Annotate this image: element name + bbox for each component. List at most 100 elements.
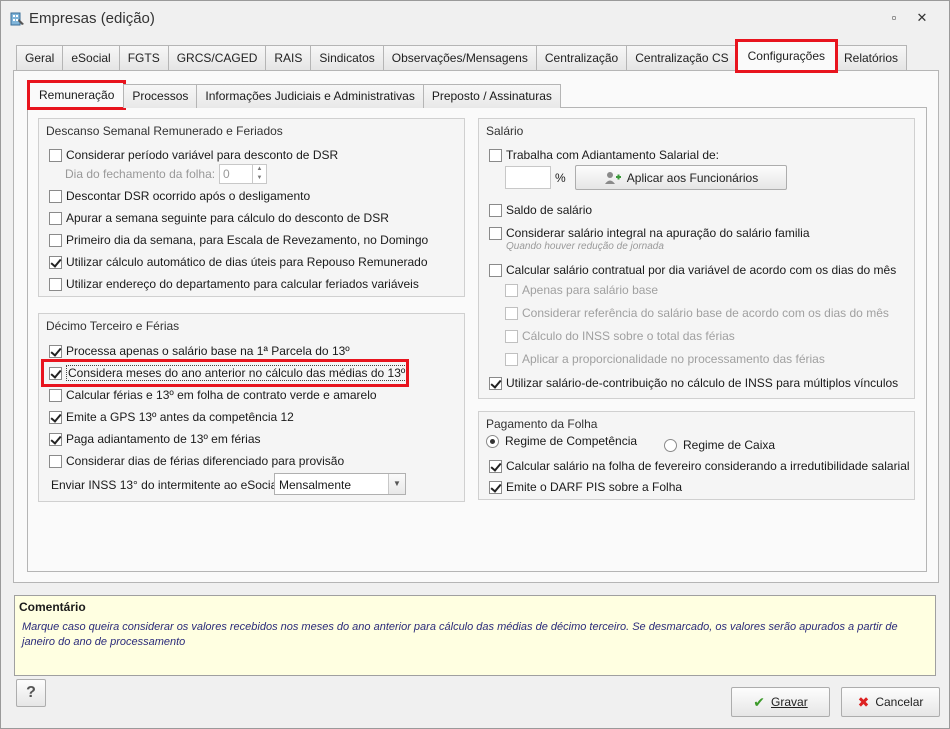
checkbox[interactable] [49, 366, 62, 380]
checkbox-row[interactable]: Considerar período variável para descont… [49, 148, 338, 162]
checkbox-row[interactable]: Apurar a semana seguinte para cálculo do… [49, 211, 389, 225]
title-bar: Empresas (edição) ▫ ✕ [1, 1, 949, 35]
spin-down-icon[interactable]: ▼ [253, 174, 266, 183]
comment-title: Comentário [19, 600, 86, 614]
check-icon: ✔ [753, 693, 766, 710]
tab-processos[interactable]: Processos [123, 84, 198, 108]
checkbox-label: Utilizar salário-de-contribuição no cálc… [506, 376, 899, 390]
comment-text: Marque caso queira considerar os valores… [22, 621, 898, 648]
checkbox-row[interactable]: Calcular salário na folha de fevereiro c… [489, 459, 910, 473]
checkbox-label: Calcular salário contratual por dia vari… [506, 263, 897, 277]
percent-symbol: % [555, 171, 566, 185]
checkbox[interactable] [489, 263, 502, 277]
tab-fgts[interactable]: FGTS [118, 45, 169, 71]
window-title: Empresas (edição) [29, 10, 155, 27]
apply-to-employees-button[interactable]: Aplicar aos Funcionários [575, 165, 787, 190]
checkbox-row[interactable]: Calcular salário contratual por dia vari… [489, 263, 896, 277]
building-icon [10, 12, 24, 26]
checkbox[interactable] [49, 410, 62, 424]
checkbox[interactable] [49, 432, 62, 446]
tab-grcs-caged[interactable]: GRCS/CAGED [167, 45, 267, 71]
checkbox-row[interactable]: Considerar salário integral na apuração … [489, 226, 810, 240]
checkbox-row[interactable]: Considerar dias de férias diferenciado p… [49, 454, 344, 468]
checkbox-row[interactable]: Utilizar cálculo automático de dias útei… [49, 255, 428, 269]
checkbox[interactable] [489, 226, 502, 240]
checkbox-row[interactable]: Primeiro dia da semana, para Escala de R… [49, 233, 428, 247]
checkbox-row[interactable]: Descontar DSR ocorrido após o desligamen… [49, 189, 310, 203]
checkbox-row[interactable]: Utilizar salário-de-contribuição no cálc… [489, 376, 898, 390]
checkbox-row[interactable]: Paga adiantamento de 13º em férias [49, 432, 261, 446]
checkbox-row[interactable]: Trabalha com Adiantamento Salarial de: [489, 148, 719, 162]
checkbox[interactable] [49, 255, 62, 269]
tab-configuracoes[interactable]: Configurações [734, 39, 839, 73]
checkbox-label: Apenas para salário base [522, 283, 659, 297]
restore-icon[interactable]: ▫ [887, 11, 901, 25]
checkbox-label: Calcular salário na folha de fevereiro c… [506, 459, 910, 473]
checkbox-row-disabled: Apenas para salário base [505, 283, 658, 297]
cancel-button-label: Cancelar [875, 695, 924, 709]
checkbox[interactable] [49, 388, 62, 402]
main-tab-bar: Geral eSocial FGTS GRCS/CAGED RAIS Sindi… [16, 39, 908, 73]
tab-centralizacao[interactable]: Centralização [535, 45, 628, 71]
checkbox-row[interactable]: Calcular férias e 13º em folha de contra… [49, 388, 377, 402]
checkbox-row[interactable]: Utilizar endereço do departamento para c… [49, 277, 419, 291]
checkbox[interactable] [49, 233, 62, 247]
close-icon[interactable]: ✕ [915, 11, 929, 25]
radio-competencia[interactable]: Regime de Competência [486, 434, 637, 448]
checkbox[interactable] [489, 459, 502, 473]
checkbox [505, 306, 518, 320]
checkbox-row[interactable]: Emite o DARF PIS sobre a Folha [489, 480, 682, 494]
checkbox-label: Primeiro dia da semana, para Escala de R… [66, 233, 429, 247]
checkbox-label: Saldo de salário [506, 203, 593, 217]
checkbox-label: Considerar dias de férias diferenciado p… [66, 454, 345, 468]
inss-select-value: Mensalmente [279, 478, 352, 492]
tab-centralizacao-cs[interactable]: Centralização CS [626, 45, 738, 71]
radio-label: Regime de Caixa [683, 438, 776, 452]
checkbox[interactable] [489, 203, 502, 217]
radio-button[interactable] [486, 434, 499, 448]
checkbox-row-disabled: Cálculo do INSS sobre o total das férias [505, 329, 735, 343]
checkbox[interactable] [49, 344, 62, 358]
cancel-button[interactable]: ✖ Cancelar [841, 687, 940, 717]
group-decimo-title: Décimo Terceiro e Férias [46, 319, 180, 333]
checkbox-label: Emite a GPS 13º antes da competência 12 [66, 410, 294, 424]
radio-caixa[interactable]: Regime de Caixa [664, 438, 775, 452]
checkbox-label: Considerar referência do salário base de… [522, 306, 889, 320]
tab-remuneracao[interactable]: Remuneração [26, 80, 127, 110]
checkbox [505, 283, 518, 297]
inss-select[interactable]: Mensalmente ▼ [274, 473, 406, 495]
closing-day-label: Dia do fechamento da folha: [65, 167, 216, 181]
tab-esocial[interactable]: eSocial [62, 45, 120, 71]
checkbox-row[interactable]: Saldo de salário [489, 203, 592, 217]
checkbox[interactable] [489, 376, 502, 390]
checkbox-row[interactable]: Emite a GPS 13º antes da competência 12 [49, 410, 294, 424]
help-button[interactable]: ? [16, 679, 46, 707]
adiantamento-percent-input[interactable] [505, 166, 551, 189]
tab-informacoes-judiciais[interactable]: Informações Judiciais e Administrativas [196, 84, 424, 108]
checkbox[interactable] [49, 189, 62, 203]
save-button[interactable]: ✔ Gravar [731, 687, 830, 717]
checkbox-row[interactable]: Processa apenas o salário base na 1ª Par… [49, 344, 350, 358]
tab-observacoes[interactable]: Observações/Mensagens [382, 45, 537, 71]
checkbox[interactable] [49, 211, 62, 225]
radio-button[interactable] [664, 438, 677, 452]
checkbox-row-highlighted[interactable]: Considera meses do ano anterior no cálcu… [41, 359, 409, 387]
checkbox[interactable] [489, 480, 502, 494]
checkbox-label: Considera meses do ano anterior no cálcu… [66, 365, 408, 381]
tab-preposto-assinaturas[interactable]: Preposto / Assinaturas [422, 84, 561, 108]
tab-relatorios[interactable]: Relatórios [835, 45, 908, 71]
checkbox-row-disabled: Considerar referência do salário base de… [505, 306, 889, 320]
tab-geral[interactable]: Geral [16, 45, 64, 71]
checkbox[interactable] [49, 277, 62, 291]
tab-rais[interactable]: RAIS [265, 45, 312, 71]
spin-up-icon[interactable]: ▲ [253, 165, 266, 174]
chevron-down-icon[interactable]: ▼ [388, 474, 405, 494]
checkbox[interactable] [49, 148, 62, 162]
tab-sindicatos[interactable]: Sindicatos [310, 45, 384, 71]
closing-day-spinner[interactable]: 0 ▲ ▼ [219, 164, 267, 184]
apply-button-label: Aplicar aos Funcionários [626, 170, 759, 185]
checkbox[interactable] [49, 454, 62, 468]
checkbox[interactable] [489, 148, 502, 162]
checkbox-label: Trabalha com Adiantamento Salarial de: [506, 148, 720, 162]
group-pagamento-title: Pagamento da Folha [486, 417, 598, 431]
